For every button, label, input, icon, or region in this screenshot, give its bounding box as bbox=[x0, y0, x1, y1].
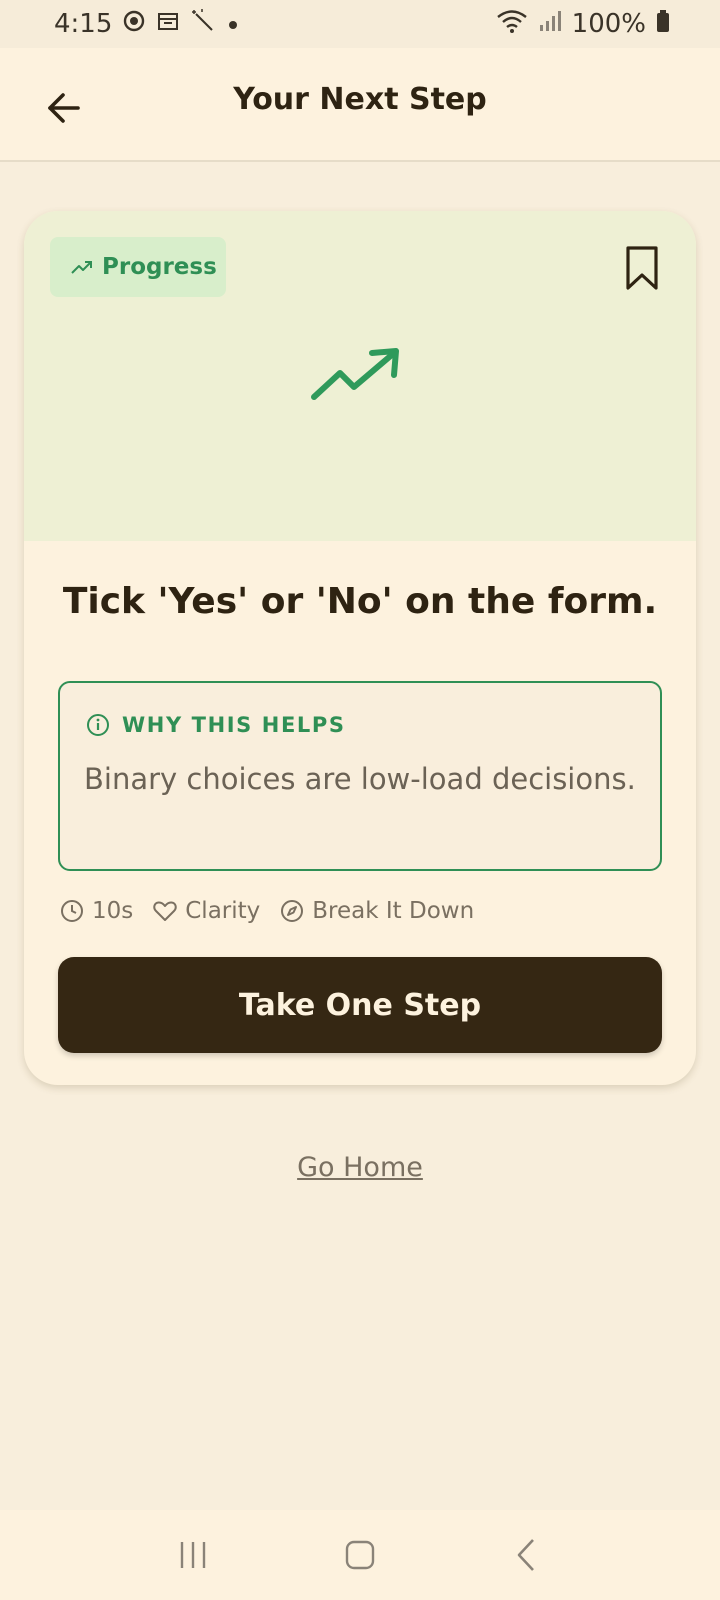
recent-apps-button[interactable] bbox=[163, 1525, 223, 1585]
compass-icon bbox=[281, 900, 304, 922]
heart-icon bbox=[153, 901, 177, 921]
page-title: Your Next Step bbox=[233, 82, 487, 117]
go-home-link[interactable]: Go Home bbox=[0, 1152, 720, 1183]
bookmark-icon bbox=[626, 246, 658, 290]
info-icon bbox=[87, 714, 109, 736]
notification-dot-icon bbox=[226, 9, 240, 39]
back-nav-button[interactable] bbox=[497, 1525, 557, 1585]
category-tag: Progress bbox=[50, 237, 226, 297]
why-heading: WHY THIS HELPS bbox=[86, 713, 346, 737]
card-hero: Progress bbox=[24, 211, 696, 541]
trending-up-icon bbox=[311, 348, 399, 400]
step-card: Progress Tick 'Yes' or 'No' on the form.… bbox=[24, 211, 696, 1085]
recent-apps-icon bbox=[181, 1542, 206, 1568]
sync-icon bbox=[122, 9, 146, 40]
battery-percent: 100% bbox=[571, 9, 646, 39]
wifi-icon bbox=[496, 8, 528, 41]
clock-icon bbox=[61, 900, 83, 922]
meta-benefit: Clarity bbox=[153, 898, 260, 924]
chevron-left-icon bbox=[517, 1539, 534, 1571]
bookmark-button[interactable] bbox=[624, 245, 660, 291]
status-left: 4:15 bbox=[54, 8, 240, 41]
meta-benefit-label: Clarity bbox=[185, 898, 261, 924]
take-one-step-button[interactable]: Take One Step bbox=[58, 957, 662, 1053]
trending-up-icon bbox=[71, 261, 92, 274]
meta-duration-label: 10s bbox=[92, 898, 134, 924]
calendar-icon bbox=[156, 9, 180, 40]
why-this-helps-box: WHY THIS HELPS Binary choices are low-lo… bbox=[58, 681, 662, 871]
battery-icon bbox=[656, 9, 670, 40]
meta-duration: 10s bbox=[60, 898, 133, 924]
signal-icon bbox=[538, 9, 562, 40]
category-tag-label: Progress bbox=[102, 254, 217, 280]
why-text: Binary choices are low-load decisions. bbox=[84, 762, 636, 796]
meta-strategy-label: Break It Down bbox=[312, 898, 475, 924]
why-heading-label: WHY THIS HELPS bbox=[122, 713, 346, 737]
magic-wand-icon bbox=[190, 8, 216, 41]
home-icon bbox=[345, 1540, 375, 1570]
status-bar: 4:15 100% bbox=[0, 0, 720, 48]
home-button[interactable] bbox=[330, 1525, 390, 1585]
step-meta: 10s Clarity Break It Down bbox=[60, 893, 474, 929]
app-bar: Your Next Step bbox=[0, 48, 720, 162]
meta-strategy: Break It Down bbox=[280, 898, 474, 924]
status-time: 4:15 bbox=[54, 9, 113, 39]
step-title: Tick 'Yes' or 'No' on the form. bbox=[62, 581, 658, 622]
system-nav-bar bbox=[0, 1510, 720, 1600]
status-right: 100% bbox=[496, 8, 670, 41]
